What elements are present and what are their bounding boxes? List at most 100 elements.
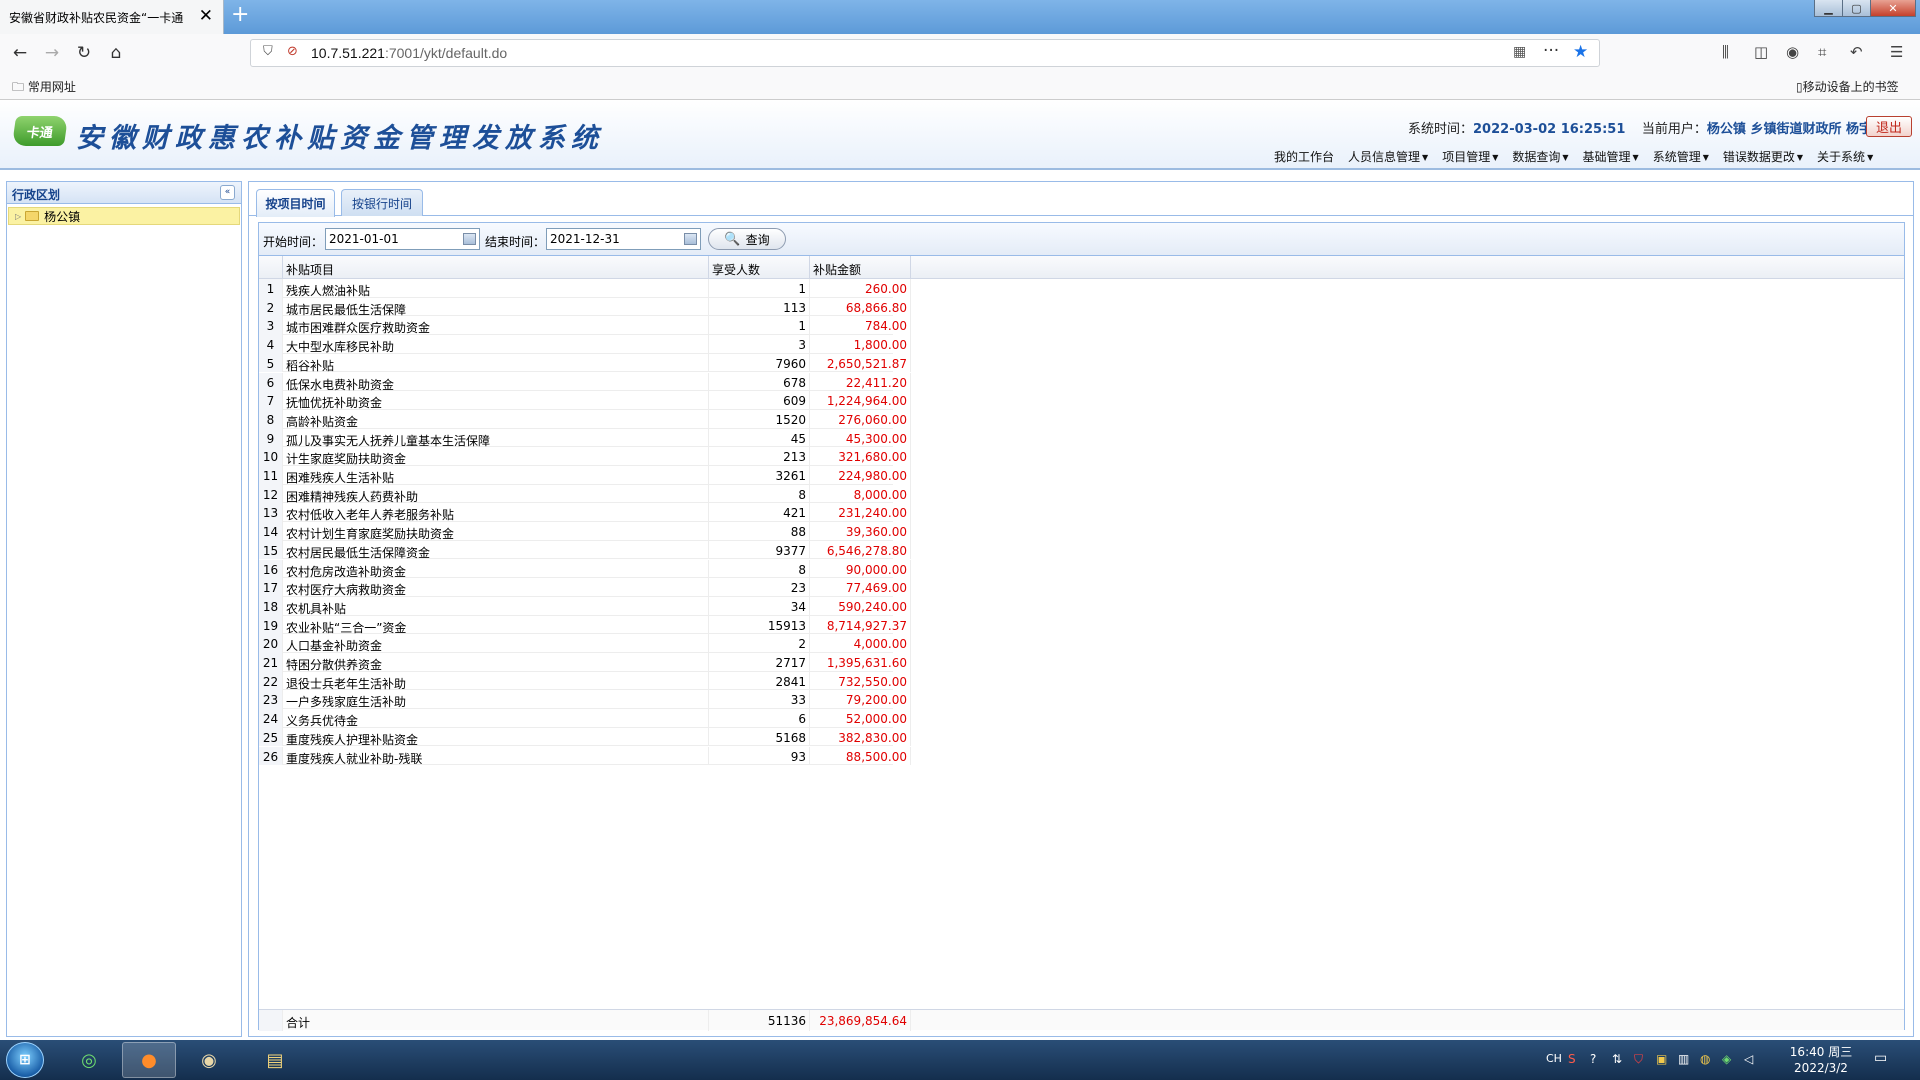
back-icon[interactable]: ← <box>4 34 36 72</box>
table-row[interactable]: 21 特困分散供养资金 2717 1,395,631.60 <box>259 653 911 672</box>
help-icon[interactable]: ? <box>1590 1052 1596 1066</box>
account-icon[interactable]: ◉ <box>1786 43 1799 61</box>
table-row[interactable]: 3 城市困难群众医疗救助资金 1 784.00 <box>259 316 911 336</box>
ime-indicator[interactable]: CH <box>1546 1052 1562 1065</box>
table-row[interactable]: 24 义务兵优待金 6 52,000.00 <box>259 709 911 728</box>
network-icon[interactable]: ⇅ <box>1612 1052 1622 1066</box>
address-bar[interactable]: ⛉ ⊘ 10.7.51.221:7001/ykt/default.do ▦ ··… <box>250 39 1600 67</box>
menu-item[interactable]: 错误数据更改 ▼ <box>1723 148 1803 165</box>
minimize-window-icon[interactable]: ▁ <box>1814 0 1843 17</box>
menu-item[interactable]: 项目管理 ▼ <box>1442 148 1498 165</box>
url-text[interactable]: 10.7.51.221:7001/ykt/default.do <box>311 45 507 61</box>
table-row[interactable]: 12 困难精神残疾人药费补助 8 8,000.00 <box>259 484 911 504</box>
menu-item[interactable]: 数据查询 ▼ <box>1512 148 1568 165</box>
tree-node-selected[interactable]: ▷ 杨公镇 <box>8 207 240 225</box>
table-row[interactable]: 25 重度残疾人护理补贴资金 5168 382,830.00 <box>259 727 911 747</box>
row-project-name: 农村危房改造补助资金 <box>283 559 709 579</box>
lock-tray-icon[interactable]: ▣ <box>1656 1052 1667 1066</box>
row-count: 93 <box>709 746 810 766</box>
table-row[interactable]: 23 一户多残家庭生活补助 33 79,200.00 <box>259 690 911 710</box>
row-index: 3 <box>259 316 283 336</box>
ime-s-icon[interactable]: S <box>1568 1052 1576 1066</box>
sync-tray-icon[interactable]: ◈ <box>1722 1052 1731 1066</box>
row-project-name: 人口基金补助资金 <box>283 634 709 653</box>
taskbar-app-green-icon[interactable]: ◎ <box>62 1042 116 1078</box>
display-tray-icon[interactable]: ▥ <box>1678 1052 1689 1066</box>
table-row[interactable]: 7 抚恤优抚补助资金 609 1,224,964.00 <box>259 391 911 410</box>
menu-item[interactable]: 系统管理 ▼ <box>1653 148 1709 165</box>
library-icon[interactable]: ⫼ <box>1722 43 1729 61</box>
shield-icon[interactable]: ⛉ <box>263 44 273 59</box>
row-amount: 224,980.00 <box>810 466 911 485</box>
bookmark-star-icon[interactable]: ★ <box>1573 42 1588 62</box>
forward-icon[interactable]: → <box>36 34 68 72</box>
menu-icon[interactable]: ☰ <box>1890 43 1903 61</box>
header-amount[interactable]: 补贴金额 <box>810 256 911 279</box>
table-row[interactable]: 2 城市居民最低生活保障 113 68,866.80 <box>259 297 911 317</box>
qr-code-icon[interactable]: ▦ <box>1513 44 1526 60</box>
query-button[interactable]: 🔍 查询 <box>708 228 786 250</box>
end-date-field[interactable]: 2021-12-31 <box>546 228 701 250</box>
calendar-icon[interactable] <box>463 233 476 245</box>
expand-arrow-icon[interactable]: ▷ <box>15 212 21 221</box>
shield-tray-icon[interactable]: ⛉ <box>1634 1052 1643 1067</box>
tab-by-bank-time[interactable]: 按银行时间 <box>341 189 423 216</box>
bookmark-folder[interactable]: 🗀 常用网址 <box>12 78 76 99</box>
table-row[interactable]: 16 农村危房改造补助资金 8 90,000.00 <box>259 559 911 579</box>
table-row[interactable]: 19 农业补贴“三合一”资金 15913 8,714,927.37 <box>259 615 911 635</box>
start-date-field[interactable]: 2021-01-01 <box>325 228 480 250</box>
new-tab-icon[interactable]: + <box>231 2 249 27</box>
table-row[interactable]: 13 农村低收入老年人养老服务补贴 421 231,240.00 <box>259 503 911 523</box>
calendar-icon[interactable] <box>684 233 697 245</box>
table-row[interactable]: 22 退役士兵老年生活补助 2841 732,550.00 <box>259 671 911 691</box>
table-row[interactable]: 15 农村居民最低生活保障资金 9377 6,546,278.80 <box>259 540 911 560</box>
home-icon[interactable]: ⌂ <box>100 34 132 72</box>
table-row[interactable]: 10 计生家庭奖励扶助资金 213 321,680.00 <box>259 447 911 466</box>
logout-button[interactable]: 退出 <box>1866 116 1912 137</box>
browser-tab[interactable]: 安徽省财政补贴农民资金“一卡通 ✕ <box>0 0 224 34</box>
collapse-sidebar-icon[interactable]: « <box>220 185 235 200</box>
reload-icon[interactable]: ↻ <box>68 34 100 72</box>
volume-muted-icon[interactable]: ◁ <box>1744 1052 1753 1066</box>
header-project[interactable]: 补贴项目 <box>283 256 709 279</box>
row-count: 7960 <box>709 353 810 373</box>
table-row[interactable]: 1 残疾人燃油补贴 1 260.00 <box>259 279 911 298</box>
notification-icon[interactable]: ▭ <box>1874 1050 1887 1066</box>
clock[interactable]: 16:40 周三 2022/3/2 <box>1786 1044 1856 1076</box>
table-row[interactable]: 26 重度残疾人就业补助-残联 93 88,500.00 <box>259 746 911 766</box>
table-row[interactable]: 6 低保水电费补助资金 678 22,411.20 <box>259 372 911 392</box>
table-row[interactable]: 18 农机具补贴 34 590,240.00 <box>259 596 911 616</box>
close-tab-icon[interactable]: ✕ <box>199 7 213 25</box>
table-row[interactable]: 14 农村计划生育家庭奖励扶助资金 88 39,360.00 <box>259 522 911 541</box>
app-tray-icon[interactable]: ◍ <box>1700 1052 1710 1066</box>
menu-item[interactable]: 人员信息管理 ▼ <box>1348 148 1428 165</box>
table-row[interactable]: 17 农村医疗大病救助资金 23 77,469.00 <box>259 578 911 597</box>
more-actions-icon[interactable]: ··· <box>1543 41 1559 61</box>
sidebar-toggle-icon[interactable]: ◫ <box>1754 43 1768 61</box>
menu-item[interactable]: 我的工作台 <box>1274 148 1334 165</box>
menu-item[interactable]: 关于系统 ▼ <box>1817 148 1873 165</box>
table-row[interactable]: 11 困难残疾人生活补贴 3261 224,980.00 <box>259 466 911 485</box>
table-row[interactable]: 9 孤儿及事实无人抚养儿童基本生活保障 45 45,300.00 <box>259 428 911 448</box>
tab-by-project-time[interactable]: 按项目时间 <box>256 189 335 217</box>
taskbar-firefox-icon[interactable]: ● <box>122 1042 176 1078</box>
row-index: 6 <box>259 372 283 392</box>
table-row[interactable]: 4 大中型水库移民补助 3 1,800.00 <box>259 335 911 354</box>
mobile-bookmarks[interactable]: ▯移动设备上的书签 <box>1796 78 1899 95</box>
taskbar-app-round-icon[interactable]: ◉ <box>182 1042 236 1078</box>
screenshot-icon[interactable]: ⌗ <box>1818 43 1826 61</box>
table-row[interactable]: 5 稻谷补贴 7960 2,650,521.87 <box>259 353 911 373</box>
insecure-lock-icon[interactable]: ⊘ <box>287 44 298 59</box>
row-index: 20 <box>259 634 283 653</box>
maximize-window-icon[interactable]: ▢ <box>1842 0 1871 17</box>
header-count[interactable]: 享受人数 <box>709 256 810 279</box>
row-amount: 77,469.00 <box>810 578 911 597</box>
start-button[interactable]: ⊞ <box>6 1042 44 1078</box>
menu-item[interactable]: 基础管理 ▼ <box>1583 148 1639 165</box>
table-row[interactable]: 20 人口基金补助资金 2 4,000.00 <box>259 634 911 653</box>
close-window-icon[interactable]: ✕ <box>1870 0 1916 17</box>
undo-icon[interactable]: ↶ <box>1850 43 1863 61</box>
taskbar-explorer-icon[interactable]: ▤ <box>248 1042 302 1078</box>
row-amount: 1,395,631.60 <box>810 653 911 672</box>
table-row[interactable]: 8 高龄补贴资金 1520 276,060.00 <box>259 409 911 429</box>
